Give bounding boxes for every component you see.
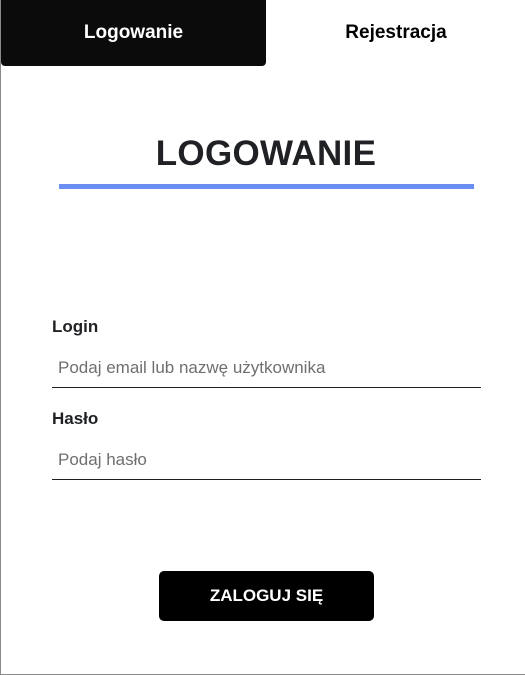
tab-login[interactable]: Logowanie	[1, 0, 266, 66]
login-button-label: ZALOGUJ SIĘ	[209, 586, 324, 605]
tab-login-label: Logowanie	[83, 22, 184, 43]
login-label: Login	[52, 317, 99, 336]
auth-tabs: Logowanie Rejestracja	[1, 0, 525, 66]
login-button[interactable]: ZALOGUJ SIĘ	[159, 571, 374, 621]
tab-register[interactable]: Rejestracja	[266, 0, 525, 66]
login-input[interactable]	[52, 348, 481, 388]
page-title: LOGOWANIE	[155, 134, 377, 173]
password-label: Hasło	[52, 409, 99, 428]
login-panel: Logowanie Rejestracja LOGOWANIE Login Ha…	[0, 0, 525, 675]
password-input[interactable]	[52, 440, 481, 480]
title-underline	[59, 184, 474, 189]
tab-register-label: Rejestracja	[345, 22, 447, 43]
